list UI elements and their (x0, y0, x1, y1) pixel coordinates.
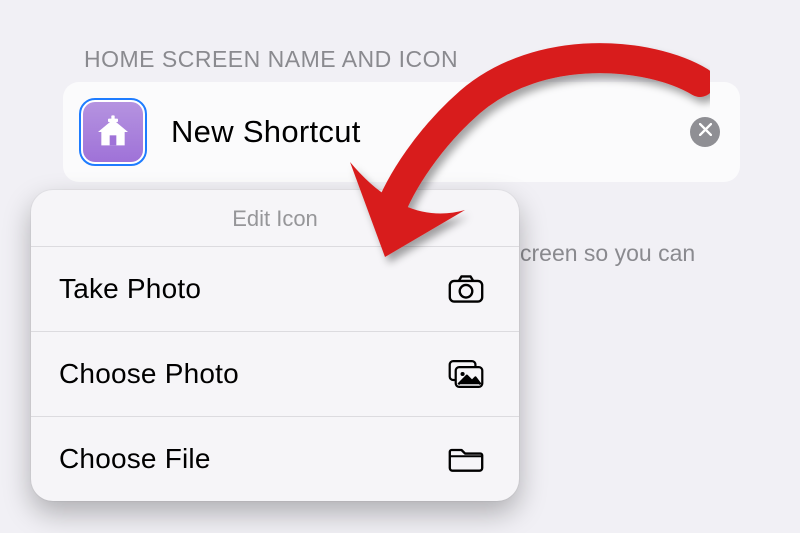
folder-icon (448, 441, 484, 477)
menu-item-label: Choose Photo (59, 358, 239, 390)
hint-text-fragment: creen so you can (520, 240, 695, 267)
menu-item-choose-photo[interactable]: Choose Photo (31, 331, 519, 416)
menu-item-choose-file[interactable]: Choose File (31, 416, 519, 501)
camera-icon (448, 271, 484, 307)
photo-stack-icon (448, 356, 484, 392)
shortcut-name-input[interactable]: New Shortcut (171, 114, 690, 150)
section-header: HOME SCREEN NAME AND ICON (84, 46, 458, 73)
edit-icon-menu: Edit Icon Take Photo Choose Photo Choose… (31, 190, 519, 501)
house-plus-icon (83, 102, 143, 162)
menu-item-label: Choose File (59, 443, 211, 475)
clear-text-button[interactable] (690, 117, 720, 147)
menu-item-take-photo[interactable]: Take Photo (31, 246, 519, 331)
edit-icon-menu-title: Edit Icon (31, 190, 519, 246)
shortcut-icon-button[interactable] (79, 98, 147, 166)
shortcut-row: New Shortcut (63, 82, 740, 182)
close-icon (699, 123, 712, 141)
menu-item-label: Take Photo (59, 273, 201, 305)
